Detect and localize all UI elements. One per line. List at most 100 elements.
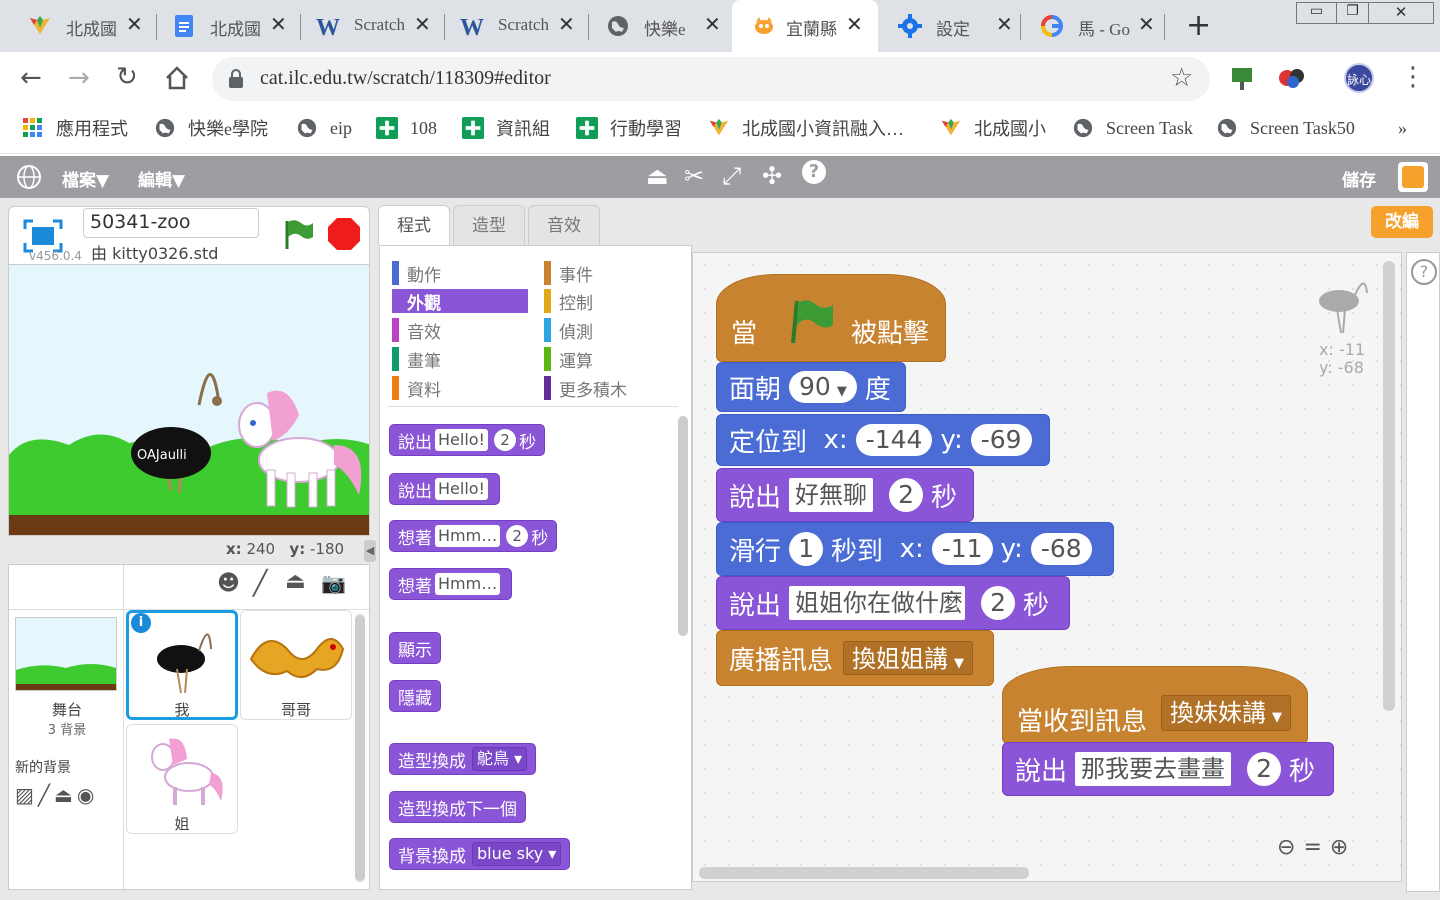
cut-scissors-icon[interactable]: ✂ — [684, 162, 704, 190]
category-pen[interactable]: 畫筆 — [392, 347, 441, 372]
stop-icon[interactable] — [327, 217, 361, 251]
close-icon[interactable]: ✕ — [846, 12, 863, 37]
block-next-costume[interactable]: 造型換成下一個 — [389, 791, 526, 823]
camera-backdrop-icon[interactable]: ◉ — [77, 783, 98, 807]
block-say-for-secs[interactable]: 說出 Hello! 2 秒 — [389, 424, 545, 456]
close-icon[interactable]: ✕ — [1138, 12, 1155, 37]
category-control[interactable]: 控制 — [544, 289, 593, 314]
close-icon[interactable]: ✕ — [704, 12, 721, 37]
edit-menu[interactable]: 編輯▼ — [138, 166, 185, 191]
paint-sprite-icon[interactable]: ╱ — [253, 569, 267, 597]
zoom-in-icon[interactable]: ⊕ — [1330, 835, 1356, 860]
block-say-for-secs[interactable]: 說出 好無聊 2 秒 — [716, 468, 974, 522]
message-dropdown[interactable]: 換妹妹講 ▼ — [1161, 695, 1291, 731]
sprite-thumbnail-selected[interactable]: i 我 — [126, 610, 238, 720]
language-globe-icon[interactable] — [16, 164, 42, 190]
window-close-icon[interactable]: ✕ — [1369, 3, 1433, 23]
costume-dropdown[interactable]: 鴕鳥 ▾ — [472, 747, 528, 771]
secs-input[interactable]: 2 — [981, 586, 1016, 620]
palette-scrollbar[interactable] — [678, 416, 688, 636]
project-page-icon[interactable] — [1398, 162, 1428, 192]
hat-block-green-flag[interactable]: 當 被點擊 — [716, 274, 946, 362]
block-think[interactable]: 想著 Hmm… — [389, 568, 513, 600]
block-hide[interactable]: 隱藏 — [389, 680, 441, 712]
category-operators[interactable]: 運算 — [544, 347, 593, 372]
bookmark-item[interactable]: 北成國小 — [940, 115, 1046, 141]
project-title-input[interactable]: 50341-zoo — [83, 208, 259, 238]
save-button[interactable]: 儲存 — [1342, 166, 1376, 191]
script-vscrollbar[interactable] — [1383, 261, 1395, 711]
category-data[interactable]: 資料 — [392, 376, 441, 401]
category-more-blocks[interactable]: 更多積木 — [544, 376, 627, 401]
extension-icon[interactable] — [1230, 64, 1254, 92]
upload-sprite-icon[interactable]: ⏏ — [285, 569, 306, 594]
say-text-input[interactable]: 好無聊 — [789, 478, 874, 512]
block-glide-to-xy[interactable]: 滑行 1 秒到 x: -11 y: -68 — [716, 522, 1114, 576]
block-say[interactable]: 說出 Hello! — [389, 473, 500, 505]
reload-icon[interactable]: ↻ — [116, 62, 138, 92]
help-sidebar-icon[interactable]: ? — [1411, 259, 1437, 285]
collapse-stage-toggle[interactable]: ◀ — [364, 540, 376, 562]
close-icon[interactable]: ✕ — [126, 12, 143, 37]
block-go-to-xy[interactable]: 定位到 x: -144 y: -69 — [716, 414, 1050, 466]
script-hscrollbar[interactable] — [699, 867, 1029, 879]
direction-input[interactable]: 90 ▼ — [789, 371, 857, 403]
tab-scripts[interactable]: 程式 — [378, 205, 450, 245]
stage-thumbnail[interactable] — [15, 617, 117, 691]
block-show[interactable]: 顯示 — [389, 632, 441, 664]
address-bar[interactable]: cat.ilc.edu.tw/scratch/118309#editor ☆ — [212, 57, 1210, 101]
help-icon[interactable]: ? — [802, 160, 826, 184]
block-switch-costume[interactable]: 造型換成 鴕鳥 ▾ — [389, 743, 537, 775]
maximize-icon[interactable]: ❐ — [1337, 3, 1369, 23]
sprite-thumbnail[interactable]: 姐 — [126, 724, 238, 834]
bookmark-item[interactable]: 北成國小資訊融入… — [708, 115, 904, 141]
zoom-reset-icon[interactable]: = — [1303, 835, 1329, 860]
sprites-scrollbar[interactable] — [355, 613, 365, 883]
zoom-out-icon[interactable]: ⊖ — [1277, 835, 1303, 860]
browser-tab[interactable]: W Scratch ✕ — [432, 0, 582, 52]
forward-arrow-icon[interactable]: → — [68, 63, 90, 93]
new-tab-button[interactable]: + — [1186, 8, 1211, 43]
profile-avatar[interactable]: 詠心 — [1344, 63, 1374, 93]
browser-tab[interactable]: 北成國 ✕ — [144, 0, 294, 52]
bookmark-item[interactable]: 108 — [376, 115, 437, 141]
block-say-for-secs[interactable]: 說出 那我要去畫畫 2 秒 — [1002, 742, 1334, 796]
x-input[interactable]: -144 — [855, 424, 933, 456]
hat-block-when-receive[interactable]: 當收到訊息 換妹妹講 ▼ — [1002, 666, 1308, 744]
fullscreen-icon[interactable] — [23, 219, 63, 253]
bookmark-item[interactable]: eip — [296, 115, 352, 141]
bookmark-item[interactable]: 快樂e學院 — [154, 115, 268, 141]
category-looks[interactable]: 外觀 — [392, 289, 441, 314]
block-switch-backdrop[interactable]: 背景換成 blue sky ▾ — [389, 838, 571, 870]
shrink-icon[interactable]: ✣ — [762, 162, 782, 190]
extension-balls-icon[interactable] — [1278, 66, 1306, 90]
category-sound[interactable]: 音效 — [392, 318, 441, 343]
remix-button[interactable]: 改編 — [1371, 206, 1433, 238]
close-icon[interactable]: ✕ — [558, 12, 575, 37]
say-text-input[interactable]: 姐姐你在做什麼 — [789, 586, 966, 620]
x-input[interactable]: -11 — [931, 533, 993, 565]
y-input[interactable]: -68 — [1030, 533, 1092, 565]
star-icon[interactable]: ☆ — [1170, 63, 1193, 93]
category-motion[interactable]: 動作 — [392, 261, 441, 286]
tab-costumes[interactable]: 造型 — [453, 205, 525, 245]
close-icon[interactable]: ✕ — [996, 12, 1013, 37]
camera-sprite-icon[interactable]: 📷 — [321, 571, 346, 595]
tab-sounds[interactable]: 音效 — [528, 205, 600, 245]
browser-tab[interactable]: 馬 - Go ✕ — [1012, 0, 1162, 52]
browser-tab-active[interactable]: 宜蘭縣 ✕ — [732, 0, 878, 52]
minimize-icon[interactable]: ▭ — [1297, 3, 1337, 23]
backdrop-library-icon[interactable]: ▨ — [15, 783, 38, 807]
close-icon[interactable]: ✕ — [414, 12, 431, 37]
bookmark-item[interactable]: 行動學習 — [576, 115, 682, 141]
browser-tab[interactable]: 北成國 ✕ — [0, 0, 150, 52]
green-flag-icon[interactable] — [281, 217, 315, 251]
bookmark-item[interactable]: Screen Task — [1072, 115, 1193, 141]
block-broadcast[interactable]: 廣播訊息 換姐姐講 ▼ — [716, 630, 994, 686]
file-menu[interactable]: 檔案▼ — [62, 166, 109, 191]
glide-secs-input[interactable]: 1 — [789, 532, 824, 566]
bookmarks-overflow[interactable]: » — [1398, 115, 1407, 141]
block-think-for-secs[interactable]: 想著 Hmm… 2 秒 — [389, 520, 558, 552]
backdrop-dropdown[interactable]: blue sky ▾ — [472, 842, 562, 866]
duplicate-stamp-icon[interactable]: ⏏ — [646, 162, 669, 190]
